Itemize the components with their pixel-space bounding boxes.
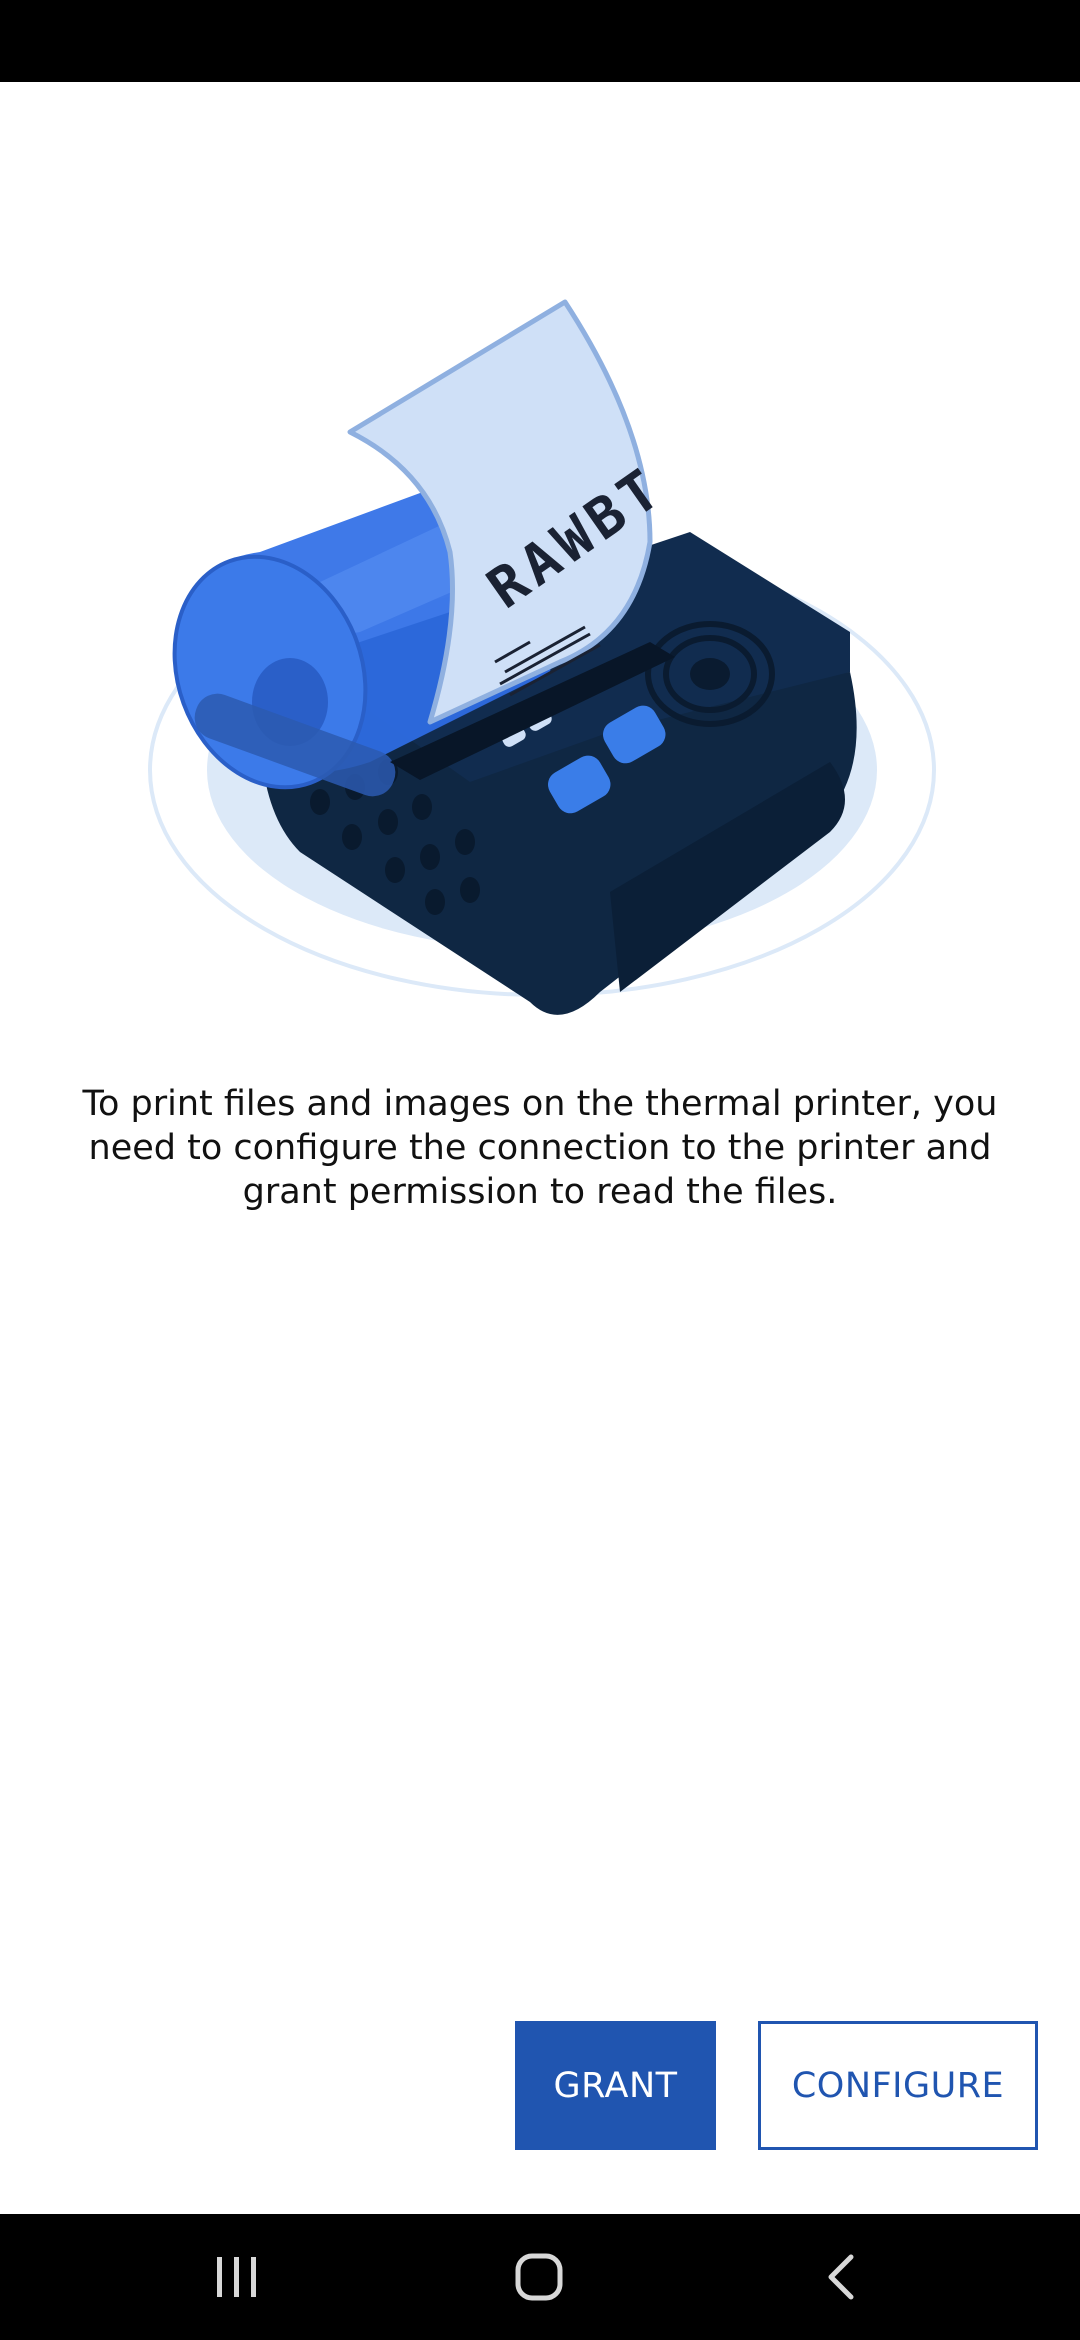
status-bar: [0, 0, 1080, 82]
onboarding-message: To print files and images on the thermal…: [82, 1084, 998, 1212]
configure-button[interactable]: CONFIGURE: [758, 2021, 1038, 2150]
recents-icon: [217, 2257, 256, 2297]
grant-button[interactable]: GRANT: [515, 2021, 716, 2150]
home-button[interactable]: [439, 2214, 639, 2340]
onboarding-screen: RAWBT To print files and images on the t…: [0, 82, 1080, 2214]
navigation-bar: [0, 2214, 1080, 2340]
recents-button[interactable]: [137, 2214, 337, 2340]
power-dial: [645, 621, 775, 727]
back-button[interactable]: [741, 2214, 941, 2340]
back-icon: [828, 2254, 854, 2300]
home-icon: [515, 2253, 563, 2301]
thermal-printer-illustration: RAWBT: [148, 299, 936, 1015]
